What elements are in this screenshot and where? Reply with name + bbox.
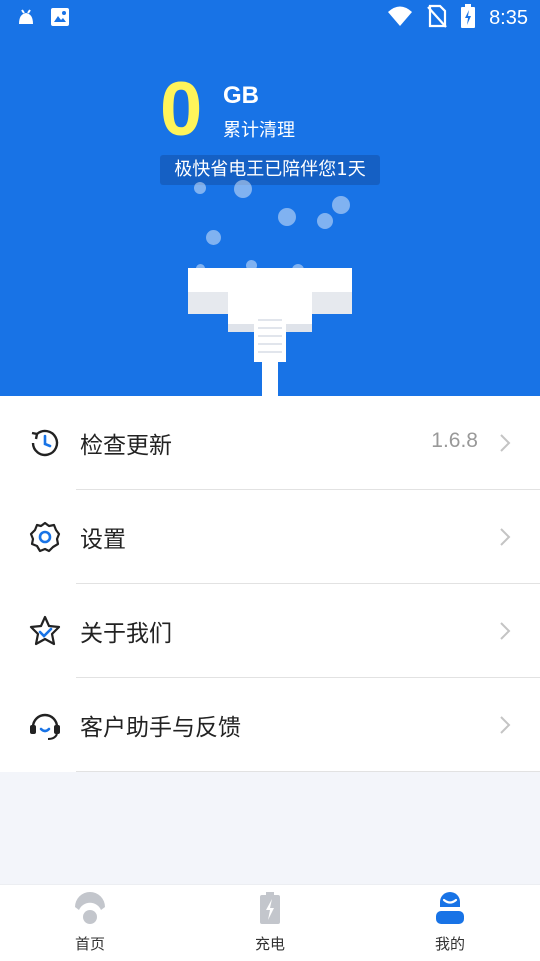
settings-menu: 检查更新 1.6.8 设置 关于我们 客户助手与反馈 bbox=[0, 396, 540, 772]
wifi-icon bbox=[387, 5, 413, 31]
menu-item-label: 检查更新 bbox=[80, 433, 172, 459]
chevron-right-icon bbox=[498, 432, 512, 454]
headset-icon bbox=[28, 708, 62, 742]
divider bbox=[76, 771, 540, 772]
battery-charging-icon bbox=[461, 4, 476, 32]
chevron-right-icon bbox=[498, 526, 512, 548]
menu-item-settings[interactable]: 设置 bbox=[0, 490, 540, 584]
tab-label: 首页 bbox=[74, 935, 105, 953]
bubble-decoration bbox=[234, 180, 252, 198]
bubble-decoration bbox=[278, 208, 296, 226]
bottom-nav: 首页 充电 我的 bbox=[0, 884, 540, 961]
bubble-decoration bbox=[317, 213, 333, 229]
menu-item-about-us[interactable]: 关于我们 bbox=[0, 584, 540, 678]
cleaned-unit: GB bbox=[223, 82, 259, 109]
tab-charge[interactable]: 充电 bbox=[180, 885, 360, 961]
plug-illustration bbox=[188, 268, 352, 396]
update-clock-icon bbox=[28, 426, 62, 460]
no-sim-icon bbox=[427, 4, 447, 32]
cleaned-amount: 0 bbox=[160, 67, 203, 152]
tab-label: 我的 bbox=[434, 935, 465, 953]
bubble-decoration bbox=[206, 230, 221, 245]
battery-charge-icon bbox=[254, 891, 286, 925]
chevron-right-icon bbox=[498, 714, 512, 736]
chevron-right-icon bbox=[498, 620, 512, 642]
star-icon bbox=[28, 614, 62, 648]
profile-icon bbox=[434, 891, 466, 925]
home-icon bbox=[74, 891, 106, 925]
cleaned-caption: 累计清理 bbox=[223, 120, 295, 141]
status-bar: 8:35 bbox=[0, 0, 540, 36]
tab-label: 充电 bbox=[254, 935, 285, 953]
bubble-decoration bbox=[194, 182, 206, 194]
tab-mine[interactable]: 我的 bbox=[360, 885, 540, 961]
hero-banner: 8:35 0 GB 累计清理 极快省电王已陪伴您1天 bbox=[0, 0, 540, 396]
menu-item-label: 关于我们 bbox=[80, 621, 172, 647]
image-icon bbox=[50, 7, 70, 31]
menu-item-customer-feedback[interactable]: 客户助手与反馈 bbox=[0, 678, 540, 772]
menu-item-label: 客户助手与反馈 bbox=[80, 715, 241, 741]
bubble-decoration bbox=[332, 196, 350, 214]
companion-days-badge: 极快省电王已陪伴您1天 bbox=[160, 155, 380, 185]
gear-icon bbox=[28, 520, 62, 554]
android-icon bbox=[16, 8, 36, 30]
menu-item-label: 设置 bbox=[80, 527, 126, 553]
menu-item-check-update[interactable]: 检查更新 1.6.8 bbox=[0, 396, 540, 490]
tab-home[interactable]: 首页 bbox=[0, 885, 180, 961]
app-version: 1.6.8 bbox=[431, 429, 478, 452]
status-time: 8:35 bbox=[489, 6, 528, 29]
